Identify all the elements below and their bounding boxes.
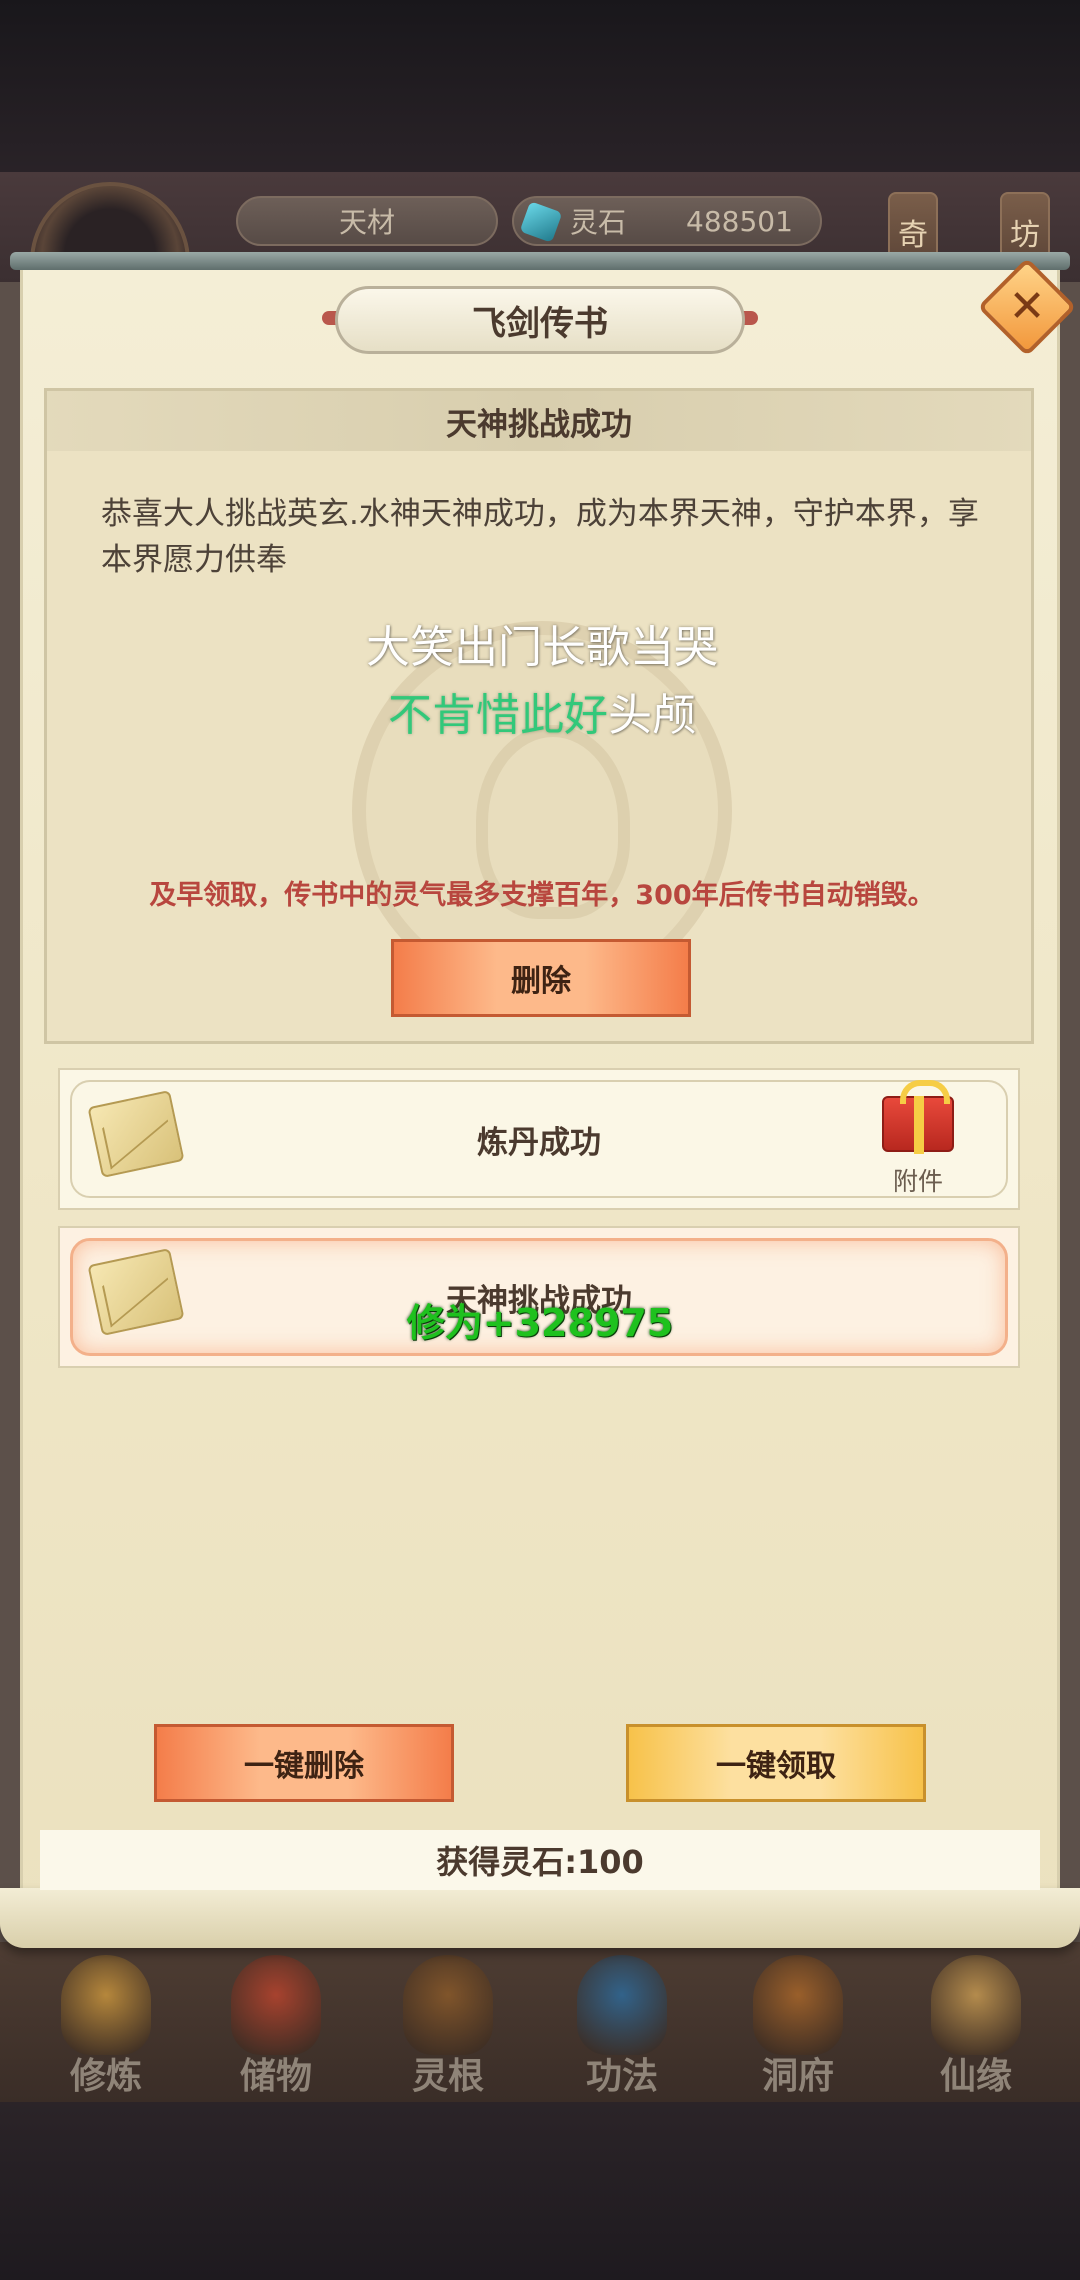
- nav-cave-label: 洞府: [761, 2055, 834, 2097]
- top-letterbox: [0, 0, 1080, 180]
- nav-storage-label: 储物: [239, 2055, 312, 2097]
- nav-cave-button[interactable]: 洞府: [728, 1955, 868, 2097]
- palace-icon: [753, 1955, 843, 2055]
- gift-box-icon: [882, 1080, 954, 1154]
- close-button[interactable]: ✕: [977, 257, 1077, 357]
- taiji-icon: [403, 1955, 493, 2055]
- poem-line-2-highlight: 不肯惜此好: [388, 690, 608, 741]
- nav-fate-button[interactable]: 仙缘: [906, 1955, 1046, 2097]
- talent-label: 天材: [338, 206, 395, 239]
- poem-line-2-rest: 头颅: [608, 690, 696, 741]
- scroll-bottom-roll: [0, 1888, 1080, 1948]
- expiry-warning: 及早领取，传书中的灵气最多支撑百年，300年后传书自动销毁。: [149, 880, 935, 911]
- scroll-top-rod: [10, 252, 1070, 270]
- nav-spirit-root-label: 灵根: [411, 2055, 484, 2097]
- close-icon: ✕: [1008, 281, 1046, 332]
- scroll-book-icon: [577, 1955, 667, 2055]
- nav-storage-button[interactable]: 储物: [206, 1955, 346, 2097]
- delete-button[interactable]: 删除: [391, 939, 691, 1017]
- mail-detail-panel: 天神挑战成功 恭喜大人挑战英玄.水神天神成功，成为本界天神，守护本界，享本界愿力…: [44, 388, 1034, 1044]
- talent-pill: 天材: [236, 196, 498, 246]
- pouch-icon: [231, 1955, 321, 2055]
- spirit-stone-value: 488501: [686, 204, 793, 238]
- bulk-claim-button[interactable]: 一键领取: [626, 1724, 926, 1802]
- spirit-stone-icon: [519, 201, 563, 243]
- mail-item-title: 天神挑战成功: [446, 1282, 632, 1319]
- attachment-label: 附件: [892, 1167, 943, 1196]
- mail-list-item-tianshen[interactable]: 天神挑战成功: [58, 1226, 1020, 1368]
- nav-spirit-root-button[interactable]: 灵根: [378, 1955, 518, 2097]
- monk-icon: [61, 1955, 151, 2055]
- dialog-title: 飞剑传书: [335, 286, 745, 354]
- poem-line-2: 不肯惜此好头颅: [47, 679, 1037, 743]
- reward-status: 获得灵石:100: [40, 1830, 1040, 1890]
- mail-body-text: 恭喜大人挑战英玄.水神天神成功，成为本界天神，守护本界，享本界愿力供奉: [101, 496, 979, 578]
- spirit-stone-pill: 灵石 488501: [512, 196, 822, 246]
- nav-cultivate-button[interactable]: 修炼: [36, 1955, 176, 2097]
- spirit-stone-label: 灵石: [570, 206, 627, 239]
- poem-line-1: 大笑出门长歌当哭: [366, 622, 718, 673]
- nav-cultivate-label: 修炼: [69, 2055, 142, 2097]
- bottom-letterbox: [0, 2102, 1080, 2280]
- mail-subject: 天神挑战成功: [47, 391, 1031, 451]
- nav-techniques-button[interactable]: 功法: [552, 1955, 692, 2097]
- bulk-delete-button[interactable]: 一键删除: [154, 1724, 454, 1802]
- gourd-icon: [931, 1955, 1021, 2055]
- mail-list-item-alchemy[interactable]: 炼丹成功 附件: [58, 1068, 1020, 1210]
- nav-fate-label: 仙缘: [939, 2055, 1012, 2097]
- nav-techniques-label: 功法: [585, 2055, 658, 2097]
